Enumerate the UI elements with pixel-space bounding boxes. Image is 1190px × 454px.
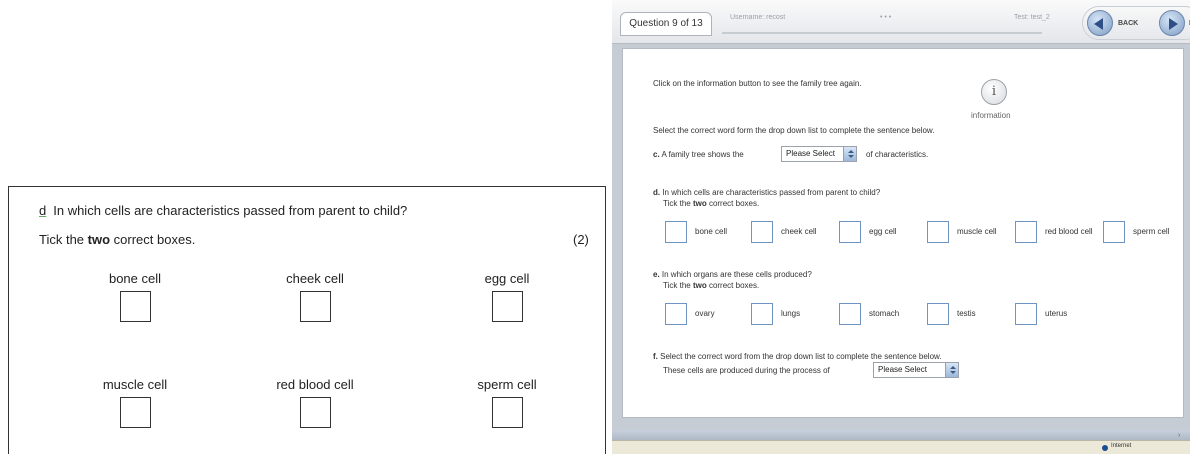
paper-checkbox[interactable] [491, 291, 523, 322]
option-label: lungs [781, 309, 801, 318]
test-toolbar: Question 9 of 13 Username: recost • • • … [612, 0, 1190, 44]
option-label: cheek cell [781, 227, 817, 236]
security-zone-label: Internet [1111, 443, 1132, 449]
option-label: stomach [869, 309, 900, 318]
test-app-window: Question 9 of 13 Username: recost • • • … [612, 0, 1190, 454]
option-label: bone cell [695, 227, 728, 236]
paper-checkbox[interactable] [299, 397, 331, 428]
paper-option-egg-cell[interactable]: egg cell [437, 271, 577, 322]
checkbox[interactable] [839, 221, 861, 243]
option-label: sperm cell [1133, 227, 1170, 236]
paper-option-label: bone cell [108, 271, 162, 286]
question-e-text: e. In which organs are these cells produ… [653, 270, 812, 279]
next-button[interactable] [1159, 10, 1185, 36]
option-label: red blood cell [1045, 227, 1093, 236]
test-name-text: Test: test_2 [1014, 14, 1050, 21]
scroll-right-icon[interactable]: › [1178, 432, 1180, 439]
browser-status-bar: Internet [612, 440, 1190, 454]
question-c-pre: A family tree shows the [659, 150, 744, 159]
dropdown-value: Please Select [878, 365, 927, 374]
checkbox[interactable] [665, 303, 687, 325]
question-counter-tab: Question 9 of 13 [620, 12, 712, 36]
tick-bold: two [692, 281, 707, 290]
information-button[interactable]: i [981, 79, 1007, 105]
back-label: BACK [1118, 20, 1139, 27]
paper-instruction-pre: Tick the [39, 232, 88, 247]
question-panel: Click on the information button to see t… [622, 48, 1184, 418]
question-f-body: Select the correct word from the drop do… [657, 352, 942, 361]
spinner-icon [843, 147, 856, 161]
paper-question-text: In which cells are characteristics passe… [53, 203, 408, 218]
horizontal-scrollbar[interactable] [612, 430, 1190, 440]
info-icon: i [991, 84, 997, 99]
arrow-right-icon [1169, 18, 1178, 30]
checkbox[interactable] [927, 221, 949, 243]
checkbox[interactable] [751, 221, 773, 243]
tick-post: correct boxes. [706, 199, 760, 208]
question-e-instruction: Tick the two correct boxes. [663, 281, 759, 290]
progress-dots: • • • [880, 14, 892, 21]
globe-icon [1102, 445, 1108, 451]
paper-option-sperm-cell[interactable]: sperm cell [437, 377, 577, 428]
paper-checkbox[interactable] [119, 291, 151, 322]
option-label: ovary [695, 309, 715, 318]
checkbox[interactable] [839, 303, 861, 325]
nav-button-group: BACK N [1082, 6, 1190, 40]
paper-question-d: d In which cells are characteristics pass… [8, 186, 606, 454]
spinner-icon [945, 363, 958, 377]
username-text: Username: recost [730, 14, 786, 21]
info-instruction: Click on the information button to see t… [653, 79, 862, 88]
paper-option-label: egg cell [484, 271, 530, 286]
question-e-letter: e. [653, 270, 660, 279]
paper-option-bone-cell[interactable]: bone cell [65, 271, 205, 322]
question-d-instruction: Tick the two correct boxes. [663, 199, 759, 208]
paper-option-label: muscle cell [102, 377, 168, 392]
paper-question-letter: d [39, 203, 47, 218]
paper-option-muscle-cell[interactable]: muscle cell [65, 377, 205, 428]
question-c-post: of characteristics. [866, 150, 929, 159]
paper-checkbox[interactable] [119, 397, 151, 428]
paper-option-label: sperm cell [477, 377, 537, 392]
question-c-text: c. A family tree shows the [653, 150, 744, 159]
tick-bold: two [692, 199, 707, 208]
checkbox[interactable] [927, 303, 949, 325]
tick-post: correct boxes. [706, 281, 760, 290]
question-e-body: In which organs are these cells produced… [659, 270, 812, 279]
question-c-dropdown[interactable]: Please Select [781, 146, 857, 162]
question-f-line2: These cells are produced during the proc… [663, 366, 830, 375]
paper-instruction-bold: two [87, 232, 111, 247]
question-f-dropdown[interactable]: Please Select [873, 362, 959, 378]
paper-option-label: cheek cell [286, 271, 344, 286]
paper-option-cheek-cell[interactable]: cheek cell [245, 271, 385, 322]
question-f-text: f. Select the correct word from the drop… [653, 352, 942, 361]
arrow-left-icon [1094, 18, 1103, 30]
option-label: testis [957, 309, 976, 318]
paper-marks: (2) [573, 232, 589, 247]
info-button-label: information [971, 111, 1011, 120]
tick-pre: Tick the [663, 199, 693, 208]
question-d-body: In which cells are characteristics passe… [660, 188, 881, 197]
checkbox[interactable] [665, 221, 687, 243]
option-label: egg cell [869, 227, 897, 236]
paper-question-line: d In which cells are characteristics pass… [39, 203, 407, 218]
toolbar-divider [722, 32, 1042, 34]
checkbox[interactable] [1015, 303, 1037, 325]
paper-checkbox[interactable] [299, 291, 331, 322]
option-label: muscle cell [957, 227, 997, 236]
checkbox[interactable] [1103, 221, 1125, 243]
checkbox[interactable] [751, 303, 773, 325]
paper-instruction: Tick the two correct boxes. [39, 232, 195, 247]
paper-option-label: red blood cell [276, 377, 354, 392]
question-d-text: d. In which cells are characteristics pa… [653, 188, 880, 197]
select-instruction: Select the correct word form the drop do… [653, 126, 935, 135]
option-label: uterus [1045, 309, 1068, 318]
paper-checkbox[interactable] [491, 397, 523, 428]
dropdown-value: Please Select [786, 149, 835, 158]
tick-pre: Tick the [663, 281, 693, 290]
paper-option-red-blood-cell[interactable]: red blood cell [245, 377, 385, 428]
checkbox[interactable] [1015, 221, 1037, 243]
back-button[interactable] [1087, 10, 1113, 36]
question-c-letter: c. [653, 150, 660, 159]
paper-instruction-post: correct boxes. [110, 232, 196, 247]
